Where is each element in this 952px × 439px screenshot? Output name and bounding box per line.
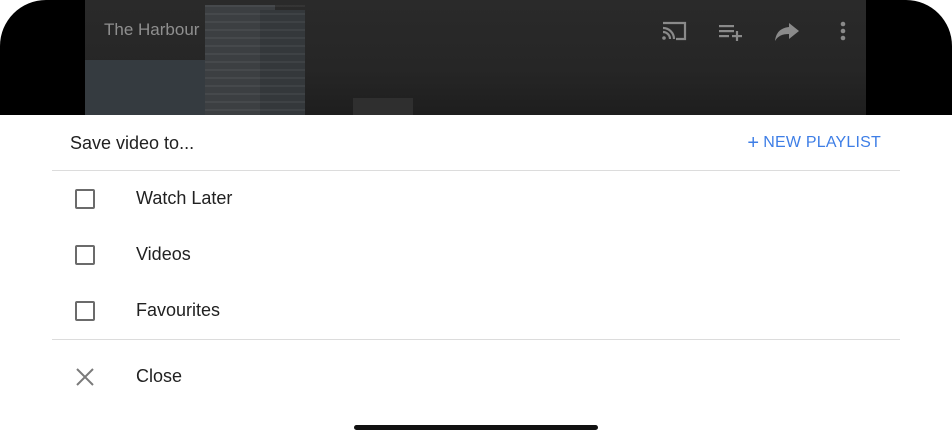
more-vert-icon[interactable] <box>828 16 858 46</box>
divider <box>52 339 900 340</box>
add-to-queue-icon[interactable] <box>715 16 745 46</box>
checkbox[interactable] <box>75 245 95 265</box>
screen: The Harbour Save video to... + NEW PLAYL… <box>0 0 952 439</box>
building-shape <box>353 98 413 115</box>
building-shape <box>85 60 205 115</box>
home-indicator[interactable] <box>354 425 598 430</box>
sheet-title: Save video to... <box>70 133 195 153</box>
close-icon <box>76 368 94 386</box>
video-frame[interactable] <box>85 0 866 115</box>
checkbox[interactable] <box>75 189 95 209</box>
playlist-label: Favourites <box>136 300 221 320</box>
new-playlist-label: NEW PLAYLIST <box>763 134 881 151</box>
video-player[interactable]: The Harbour <box>0 0 952 115</box>
playlist-row-watch-later[interactable]: Watch Later <box>52 171 900 227</box>
new-playlist-button[interactable]: + NEW PLAYLIST <box>747 132 881 154</box>
plus-icon: + <box>747 132 760 154</box>
playlist-row-videos[interactable]: Videos <box>52 227 900 283</box>
playlist-label: Videos <box>136 244 191 264</box>
sheet-header: Save video to... + NEW PLAYLIST <box>52 115 900 171</box>
playlist-label: Watch Later <box>136 188 233 208</box>
video-title: The Harbour <box>104 20 200 39</box>
close-button[interactable]: Close <box>52 348 900 404</box>
checkbox[interactable] <box>75 301 95 321</box>
building-windows <box>205 5 305 115</box>
share-icon[interactable] <box>772 16 802 46</box>
playlist-row-favourites[interactable]: Favourites <box>52 283 900 339</box>
close-label: Close <box>136 366 183 386</box>
cast-icon[interactable] <box>659 16 689 46</box>
